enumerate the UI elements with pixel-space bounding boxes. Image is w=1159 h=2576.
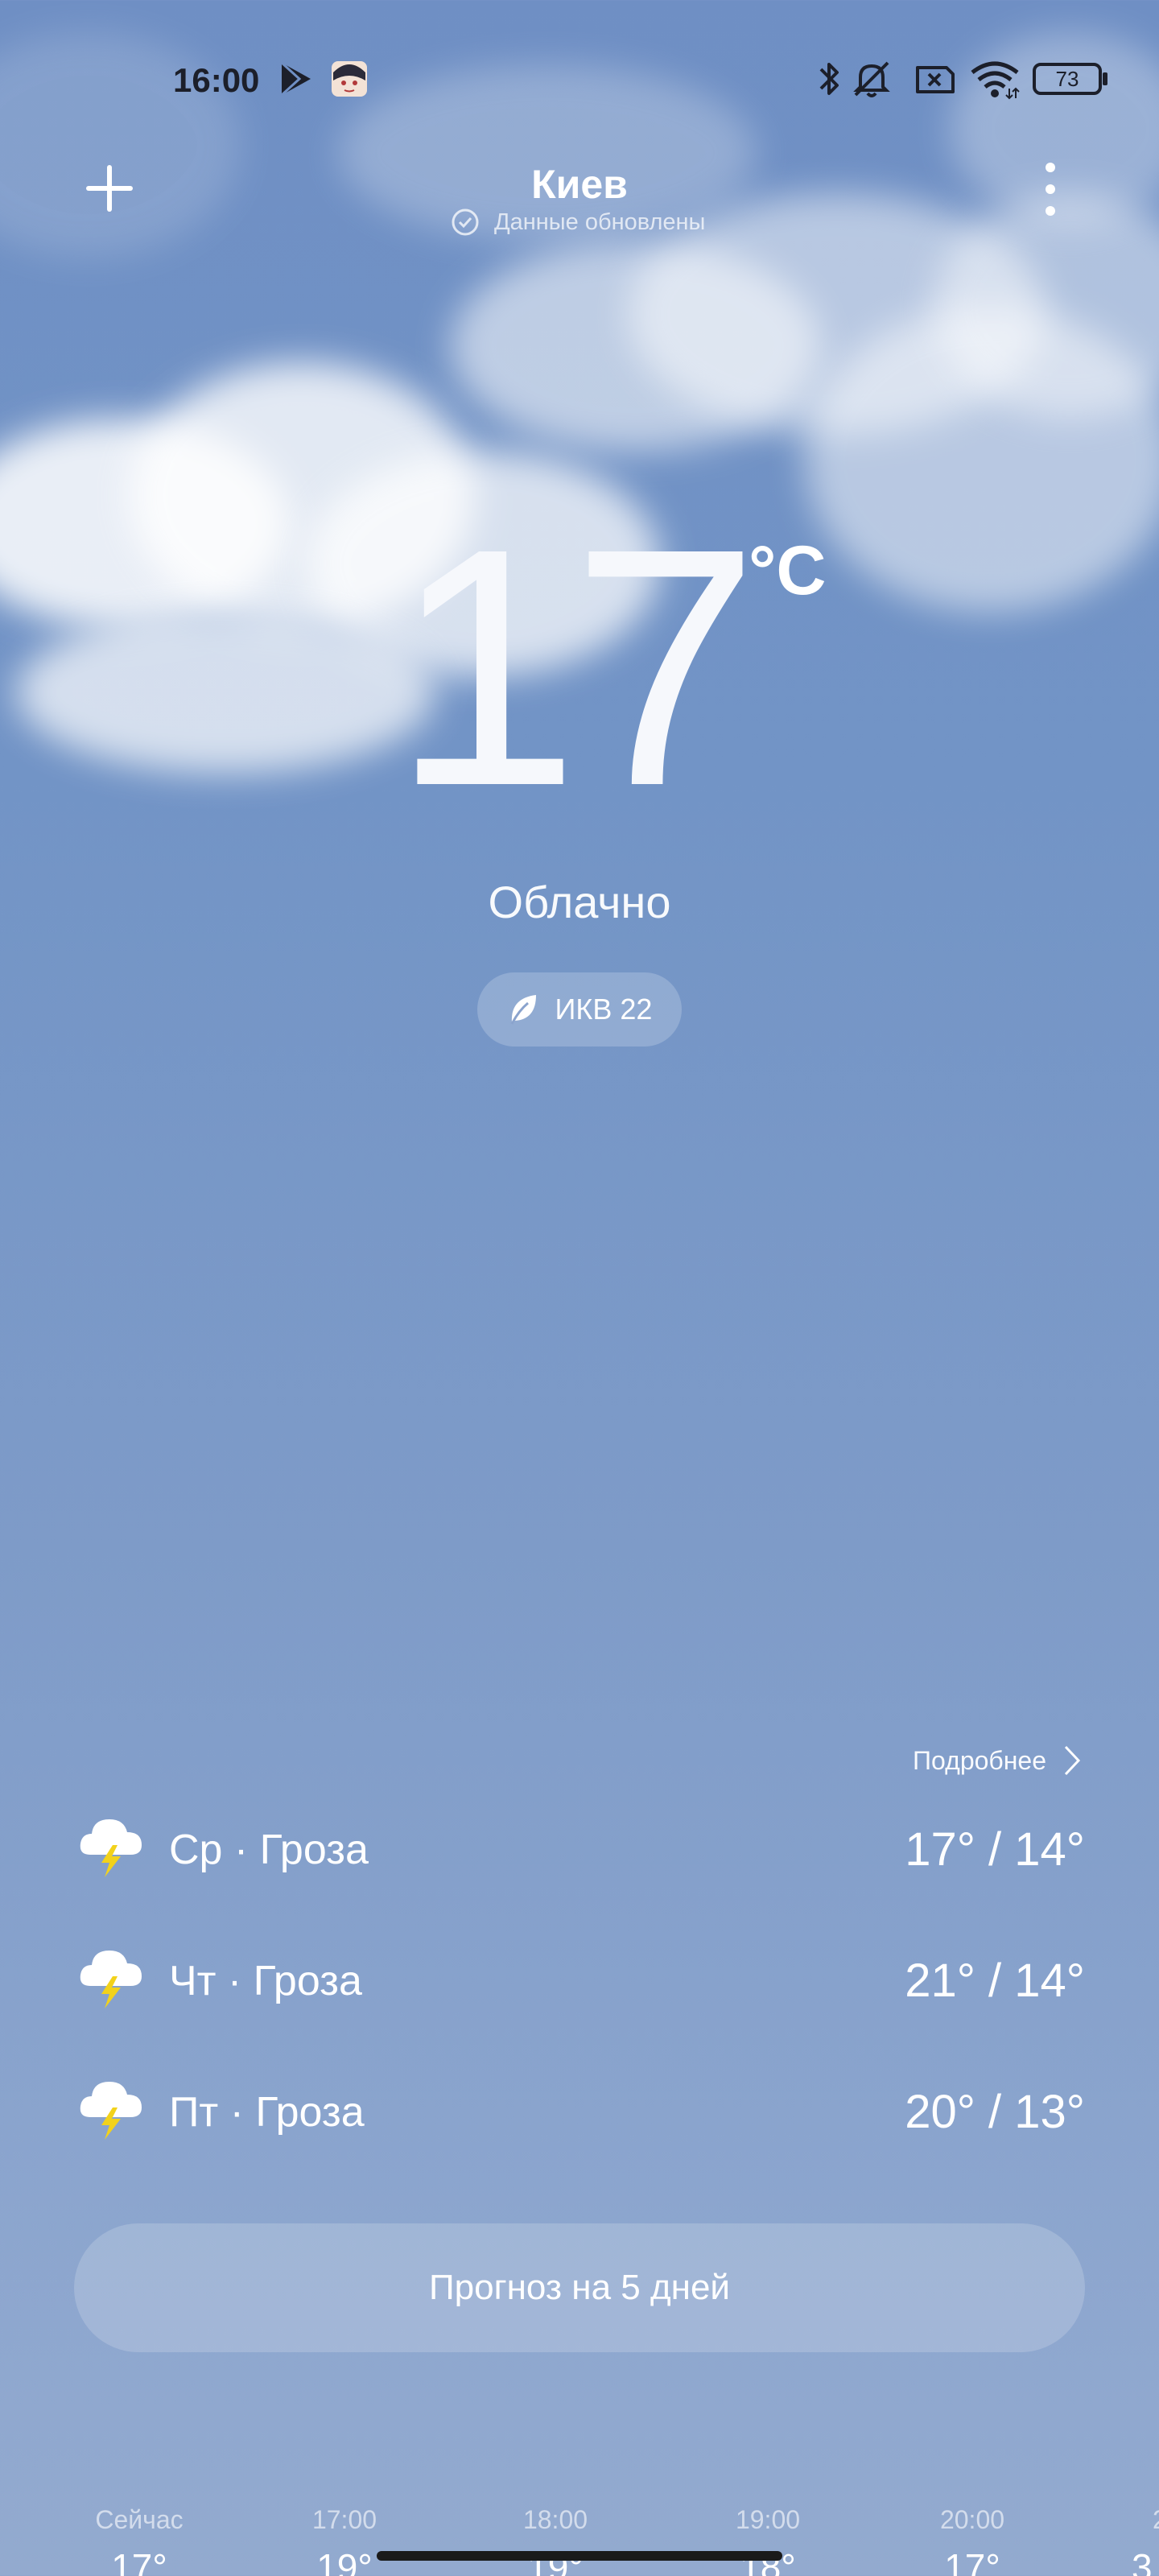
hourly-temp: 17° — [944, 2546, 1000, 2576]
hourly-temp: 19° — [527, 2546, 584, 2576]
hourly-temp: 19° — [316, 2546, 373, 2576]
hourly-temp: 18° — [740, 2546, 796, 2576]
hourly-time: 2 — [1153, 2505, 1159, 2535]
forecast-row[interactable]: Ср · Гроза 17° / 14° — [77, 1810, 1085, 1890]
leaf-icon — [510, 995, 536, 1025]
status-time: 16:00 — [173, 61, 260, 99]
temperature-unit: °C — [749, 532, 827, 609]
hourly-time: 19:00 — [735, 2505, 801, 2534]
weather-condition: Облачно — [488, 877, 671, 927]
hourly-time: 17:00 — [311, 2505, 377, 2534]
home-indicator[interactable] — [377, 2551, 782, 2561]
forecast-row[interactable]: Чт · Гроза 21° / 14° — [77, 1941, 1085, 2021]
thunderstorm-icon — [80, 2082, 142, 2140]
bluetooth-icon — [819, 63, 839, 95]
five-day-forecast-button[interactable]: Прогноз на 5 дней — [74, 2223, 1085, 2352]
details-link[interactable]: Подробнее — [913, 1744, 1082, 1777]
update-status-text: Данные обновлены — [494, 208, 706, 235]
aqi-label: ИКВ 22 — [555, 993, 653, 1026]
more-options-button[interactable] — [1014, 153, 1087, 225]
thunderstorm-icon — [80, 1951, 142, 2008]
play-store-icon — [280, 61, 311, 97]
current-temperature: 17 — [391, 479, 759, 857]
app-avatar-icon — [332, 61, 367, 97]
hourly-time: 20:00 — [939, 2505, 1005, 2534]
hourly-temp: 17° — [111, 2546, 167, 2576]
chevron-right-icon — [1064, 1745, 1081, 1776]
forecast-day-label: Ср · Гроза — [169, 1827, 369, 1873]
forecast-row[interactable]: Пт · Гроза 20° / 13° — [77, 2072, 1085, 2153]
forecast-day-label: Чт · Гроза — [169, 1958, 362, 2004]
no-sim-icon — [916, 66, 955, 93]
details-link-label: Подробнее — [913, 1745, 1046, 1775]
muted-bell-icon — [853, 61, 890, 97]
city-name: Киев — [531, 162, 628, 207]
thunderstorm-icon — [80, 1819, 142, 1877]
forecast-temp-range: 20° / 13° — [905, 2086, 1085, 2138]
status-bar: 16:00 73 — [0, 56, 1159, 105]
hourly-time: Сейчас — [95, 2505, 184, 2534]
forecast-temp-range: 21° / 14° — [905, 1955, 1085, 2007]
battery-tip — [1103, 72, 1107, 85]
update-status: Данные обновлены — [451, 206, 705, 238]
wifi-icon — [971, 61, 1020, 100]
hourly-temp: 3 — [1132, 2546, 1153, 2576]
battery-icon: 73 — [1033, 63, 1102, 95]
forecast-temp-range: 17° / 14° — [905, 1823, 1085, 1876]
check-circle-icon — [452, 208, 479, 236]
battery-level: 73 — [1055, 66, 1079, 91]
forecast-day-label: Пт · Гроза — [169, 2089, 365, 2136]
aqi-badge[interactable]: ИКВ 22 — [477, 972, 682, 1046]
hourly-time: 18:00 — [522, 2505, 588, 2534]
